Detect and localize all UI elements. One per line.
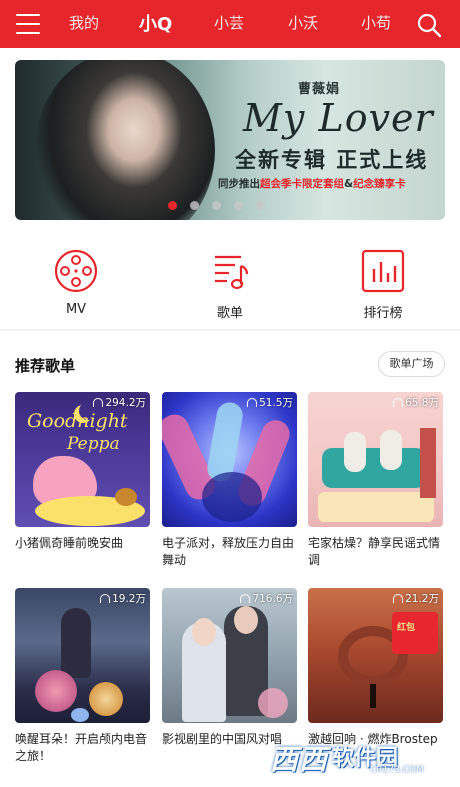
cover-art: [380, 430, 402, 470]
headphones-icon: [93, 398, 104, 407]
red-packet-art: 红包: [397, 623, 416, 633]
pagination-dot[interactable]: [234, 201, 243, 210]
top-nav-bar: 我的 小Q 小芸 小沃 小苟: [0, 0, 460, 48]
headphones-icon: [100, 594, 111, 603]
face: [234, 606, 258, 634]
pagination-dot[interactable]: [190, 201, 199, 210]
play-count-value: 716.6万: [252, 593, 293, 605]
banner-album-title: My Lover: [243, 96, 434, 140]
cover-art: [202, 472, 262, 522]
shelf: [420, 428, 436, 498]
play-count: 51.5万: [247, 395, 293, 410]
play-count: 65.8万: [393, 395, 439, 410]
rug: [318, 492, 434, 522]
section-title: 推荐歌单: [15, 357, 76, 375]
quick-entry-label: 排行榜: [363, 306, 403, 321]
planet: [71, 708, 89, 722]
playlist-card[interactable]: 65.8万 宅家枯燥？静享民谣式情调: [308, 392, 443, 569]
promo-banner[interactable]: 曹薇娟 My Lover 全新专辑 正式上线 同步推出超会季卡限定套组&纪念臻享…: [15, 60, 445, 220]
banner-singer: 曹薇娟: [298, 82, 341, 97]
quick-entry-playlist[interactable]: 歌单: [190, 248, 270, 321]
watermark-url: CR173.COM: [370, 765, 424, 775]
banner-sub-amp: &: [344, 178, 354, 190]
play-count: 21.2万: [393, 591, 439, 606]
tab-xiao-gou[interactable]: 小苟: [361, 12, 391, 33]
planet: [35, 670, 77, 712]
play-count-value: 21.2万: [405, 593, 439, 605]
pagination-dot[interactable]: [168, 201, 177, 210]
quick-entry-mv[interactable]: MV: [36, 248, 116, 317]
planet: [89, 682, 123, 716]
quick-entry-label: 歌单: [216, 306, 243, 321]
banner-subline: 同步推出超会季卡限定套组&纪念臻享卡: [218, 176, 406, 191]
banner-sub-prefix: 同步推出: [218, 178, 260, 190]
sofa: [322, 448, 426, 488]
watermark-brand: 西西: [270, 743, 329, 776]
tab-xiao-wo[interactable]: 小沃: [288, 12, 318, 33]
playlist-cover: [162, 392, 297, 527]
teddy-bear: [115, 488, 137, 506]
playlist-cover: Goodnight Peppa: [15, 392, 150, 527]
cover-art: [344, 432, 366, 472]
playlist-name: 小猪佩奇睡前晚安曲: [15, 536, 124, 550]
playlist-icon: [215, 255, 249, 290]
playlist-name: 宅家枯燥？静享民谣式情调: [308, 536, 441, 567]
pagination-dot[interactable]: [256, 201, 265, 210]
chart-icon: [361, 249, 405, 293]
banner-pagination: [168, 195, 278, 210]
play-count-value: 294.2万: [105, 397, 146, 409]
playlist-card[interactable]: 19.2万 唤醒耳朵！开启颅内电音之旅！: [15, 588, 150, 765]
playlist-card[interactable]: 红包 21.2万 激越回响 · 燃炸Brostep: [308, 588, 443, 748]
play-count-value: 19.2万: [112, 593, 146, 605]
playlist-card[interactable]: Goodnight Peppa 294.2万 小猪佩奇睡前晚安曲: [15, 392, 150, 552]
play-count: 294.2万: [93, 395, 146, 410]
banner-area: 曹薇娟 My Lover 全新专辑 正式上线 同步推出超会季卡限定套组&纪念臻享…: [0, 48, 460, 232]
figure: [61, 608, 91, 678]
banner-sub-highlight-1: 超会季卡限定套组: [260, 178, 344, 190]
playlist-name: 唤醒耳朵！开启颅内电音之旅！: [15, 732, 148, 763]
quick-entries: MV 歌单 排行榜: [0, 232, 460, 330]
red-packet-badge[interactable]: 红包: [392, 612, 438, 654]
hamburger-menu-icon[interactable]: [16, 14, 40, 34]
playlist-square-button[interactable]: 歌单广场: [378, 351, 445, 377]
tab-xiao-q[interactable]: 小Q: [139, 10, 172, 36]
face: [192, 618, 216, 646]
banner-headline: 全新专辑 正式上线: [235, 148, 429, 172]
blossom: [258, 688, 288, 718]
headphones-icon: [393, 398, 404, 407]
cover-art: Peppa: [67, 434, 120, 454]
playlist-cover: [308, 392, 443, 527]
quick-entry-label: MV: [65, 302, 87, 317]
playlist-name: 电子派对，释放压力自由舞动: [162, 536, 295, 567]
film-reel-icon: [54, 249, 98, 293]
figure: [370, 684, 376, 708]
tab-xiao-yun[interactable]: 小芸: [214, 12, 244, 33]
search-icon[interactable]: [416, 12, 442, 38]
tab-mine[interactable]: 我的: [69, 12, 99, 33]
play-count-value: 51.5万: [259, 397, 293, 409]
play-count: 19.2万: [100, 591, 146, 606]
site-watermark: 西西 软件园 CR173.COM: [270, 738, 448, 778]
playlist-cover: [162, 588, 297, 723]
headphones-icon: [247, 398, 258, 407]
quick-entry-chart[interactable]: 排行榜: [343, 248, 423, 321]
cover-art: Goodnight: [27, 410, 128, 432]
pagination-dot[interactable]: [212, 201, 221, 210]
playlist-card[interactable]: 716.6万 影视剧里的中国风对唱: [162, 588, 297, 748]
recommended-playlists: 推荐歌单 歌单广场 Goodnight Peppa 294.2万 小猪佩奇睡前晚…: [0, 331, 460, 787]
play-count: 716.6万: [240, 591, 293, 606]
headphones-icon: [393, 594, 404, 603]
playlist-card[interactable]: 51.5万 电子派对，释放压力自由舞动: [162, 392, 297, 569]
playlist-cover: 红包: [308, 588, 443, 723]
playlist-cover: [15, 588, 150, 723]
play-count-value: 65.8万: [405, 397, 439, 409]
banner-sub-highlight-2: 纪念臻享卡: [353, 178, 406, 190]
headphones-icon: [240, 594, 251, 603]
cover-art: [205, 400, 245, 484]
